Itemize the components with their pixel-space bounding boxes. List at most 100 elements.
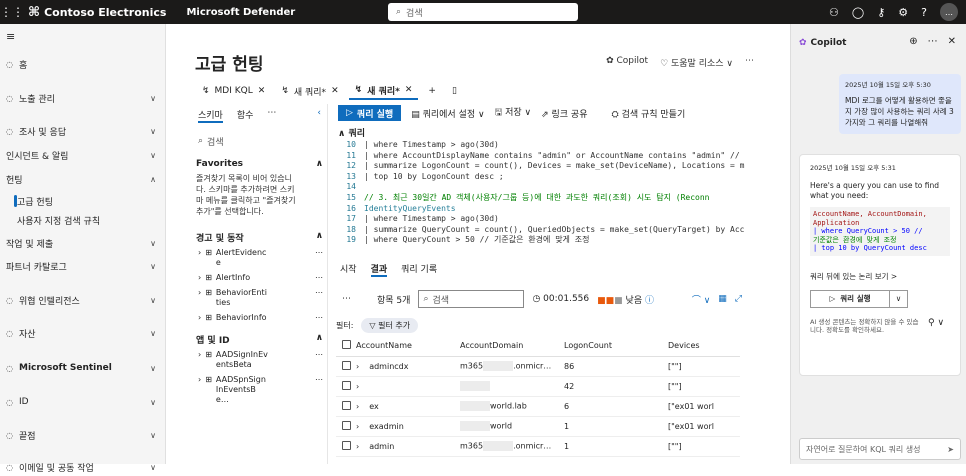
nav-item-6[interactable]: 사용자 지정 검색 규칙 <box>17 211 171 229</box>
nav-item-9[interactable]: ◌ 위협 인텔리전스 ∨ <box>6 291 160 309</box>
col-logoncount[interactable]: LogonCount <box>564 336 668 357</box>
chevron-right-icon[interactable]: › <box>198 350 201 360</box>
run-query-button[interactable]: ▷ 쿼리 실행 <box>338 105 402 121</box>
add-filter-button[interactable]: ▽ 필터 추가 <box>361 318 419 333</box>
chevron-right-icon[interactable]: › <box>198 313 201 323</box>
create-detection-rule-button[interactable]: ⛭ 검색 규칙 만들기 <box>612 107 686 120</box>
chevron-right-icon[interactable]: › <box>356 362 359 371</box>
schema-table-item[interactable]: › ⊞ BehaviorEntities ⋯ <box>192 288 327 308</box>
brand[interactable]: ⌘ Contoso Electronics <box>28 5 166 20</box>
product-name[interactable]: Microsoft Defender <box>186 7 295 18</box>
nav-item-11[interactable]: ◌ Microsoft Sentinel ∨ <box>6 359 160 377</box>
nav-item-10[interactable]: ◌ 자산 ∨ <box>6 324 160 342</box>
expand-icon[interactable]: ⤢ <box>735 294 742 304</box>
copilot-prompt-input[interactable]: 자연어로 질문하여 KQL 쿼리 생성 ➤ <box>799 438 961 460</box>
hamburger-icon[interactable]: ≡ <box>6 30 15 43</box>
more-icon[interactable]: ⋯ <box>342 294 351 304</box>
tab-new-query-2[interactable]: ↯ 새 쿼리* ✕ <box>348 82 419 100</box>
more-icon[interactable]: ⋯ <box>315 273 323 283</box>
row-checkbox[interactable] <box>342 420 351 430</box>
table-row[interactable]: › ex world.lab 6 ["ex01 worl <box>336 396 740 417</box>
copilot-link[interactable]: ✿ Copilot <box>606 56 648 69</box>
results-search-input[interactable]: ⌕ 검색 <box>418 290 525 308</box>
nav-item-4[interactable]: 헌팅 ∧ <box>6 170 160 188</box>
schema-table-item[interactable]: › ⊞ AADSignInEventsBeta ⋯ <box>192 350 327 370</box>
tab-more[interactable]: ⋯ <box>267 108 276 123</box>
notification-icon[interactable]: ◯ <box>852 6 864 19</box>
new-chat-icon[interactable]: ⊕ <box>909 36 917 47</box>
table-row[interactable]: › exadmin world 1 ["ex01 worl <box>336 416 740 437</box>
schema-table-item[interactable]: › ⊞ BehaviorInfo ⋯ <box>192 313 327 323</box>
code-editor[interactable]: 10 | where Timestamp > ago(30d) 11 | where … <box>336 140 748 258</box>
avatar[interactable]: … <box>940 3 958 21</box>
share-link-button[interactable]: ⇗ 링크 공유 <box>541 107 587 120</box>
nav-item-3[interactable]: 인시던트 & 알림 ∨ <box>6 146 160 164</box>
nav-item-14[interactable]: ◌ 이메일 및 공동 작업 ∨ <box>6 458 160 476</box>
favorites-header[interactable]: Favorites ∧ <box>192 155 327 173</box>
more-icon[interactable]: ⋯ <box>315 313 323 323</box>
nav-item-5[interactable]: 고급 헌팅 <box>14 192 171 210</box>
key-icon[interactable]: ⚷ <box>877 6 885 19</box>
gear-icon[interactable]: ⚙ <box>898 6 908 19</box>
copilot-run-query-button[interactable]: ▷ 쿼리 실행 <box>810 289 890 308</box>
close-icon[interactable]: ✕ <box>948 36 956 47</box>
query-section-header[interactable]: ∧ 쿼리 <box>338 126 365 139</box>
row-checkbox[interactable] <box>342 400 351 410</box>
col-devices[interactable]: Devices <box>668 336 740 357</box>
chevron-down-icon[interactable]: ∨ <box>890 289 908 308</box>
nav-item-2[interactable]: ◌ 조사 및 응답 ∨ <box>6 122 160 140</box>
nav-item-1[interactable]: ◌ 노출 관리 ∨ <box>6 89 160 107</box>
chart-icon[interactable]: ⌒ ∨ <box>692 293 710 306</box>
chevron-right-icon[interactable]: › <box>356 442 359 451</box>
close-icon[interactable]: ✕ <box>258 86 266 96</box>
org-icon[interactable]: ⚇ <box>829 6 839 19</box>
row-checkbox[interactable] <box>342 380 351 390</box>
chevron-right-icon[interactable]: › <box>198 273 201 283</box>
nav-item-12[interactable]: ◌ ID ∨ <box>6 393 160 411</box>
send-icon[interactable]: ➤ <box>947 445 954 454</box>
schema-table-item[interactable]: › ⊞ AADSpnSignInEventsBe… ⋯ <box>192 375 327 405</box>
see-logic-link[interactable]: 쿼리 뒤에 있는 논리 보기 > <box>810 272 950 282</box>
more-icon[interactable]: ⋯ <box>315 288 323 298</box>
nav-item-8[interactable]: 파트너 카탈로그 ∨ <box>6 257 160 275</box>
save-button[interactable]: 🖫 저장 ∨ <box>495 105 532 121</box>
chevron-right-icon[interactable]: › <box>198 288 201 298</box>
row-checkbox[interactable] <box>342 440 351 450</box>
alerts-header[interactable]: 경고 및 동작 ∧ <box>192 227 327 248</box>
help-icon[interactable]: ? <box>921 6 927 19</box>
schema-table-item[interactable]: › ⊞ AlertEvidence ⋯ <box>192 248 327 268</box>
close-icon[interactable]: ✕ <box>331 86 339 96</box>
book-icon[interactable]: ▯ <box>446 82 463 100</box>
chevron-right-icon[interactable]: › <box>356 422 359 431</box>
select-all-checkbox[interactable] <box>342 340 351 350</box>
copilot-code-block[interactable]: AccountName, AccountDomain, Application … <box>810 207 950 256</box>
row-checkbox[interactable] <box>342 360 351 370</box>
schema-search-input[interactable]: ⌕ 검색 <box>198 133 321 149</box>
table-row[interactable]: › admin m365 .onmicr… 1 [""] <box>336 436 740 457</box>
tab-start[interactable]: 시작 <box>340 262 357 277</box>
more-icon[interactable]: ⋯ <box>315 350 323 360</box>
table-row[interactable]: › admincdx m365 .onmicr… 86 [""] <box>336 356 740 377</box>
more-icon[interactable]: ⋯ <box>315 375 323 385</box>
chevron-right-icon[interactable]: › <box>198 375 201 385</box>
more-icon[interactable]: ⋯ <box>928 36 938 47</box>
col-accountdomain[interactable]: AccountDomain <box>460 336 564 357</box>
nav-item-7[interactable]: 작업 및 제출 ∨ <box>6 234 160 252</box>
schema-table-item[interactable]: › ⊞ AlertInfo ⋯ <box>192 273 327 283</box>
waffle-icon[interactable]: ⋮⋮ <box>0 0 24 24</box>
col-accountname[interactable]: AccountName <box>356 336 460 357</box>
collapse-icon[interactable]: ‹ <box>317 108 321 123</box>
chevron-right-icon[interactable]: › <box>356 402 359 411</box>
tab-results[interactable]: 결과 <box>370 262 388 277</box>
nav-item-13[interactable]: ◌ 끝점 ∨ <box>6 426 160 444</box>
add-tab-icon[interactable]: + <box>422 82 442 100</box>
tab-new-query-1[interactable]: ↯ 새 쿼리* ✕ <box>275 82 344 100</box>
chevron-right-icon[interactable]: › <box>198 248 201 258</box>
global-search-input[interactable]: ⌕ 검색 <box>388 3 578 21</box>
apps-header[interactable]: 앱 및 ID ∧ <box>192 329 327 350</box>
tab-functions[interactable]: 함수 <box>237 108 254 123</box>
columns-icon[interactable]: ▦ <box>718 294 727 304</box>
tab-mdi-kql[interactable]: ↯ MDI KQL ✕ <box>196 82 271 100</box>
tab-schema[interactable]: 스키마 <box>198 108 223 123</box>
set-from-query-button[interactable]: ▤ 쿼리에서 설정 ∨ <box>411 107 484 120</box>
